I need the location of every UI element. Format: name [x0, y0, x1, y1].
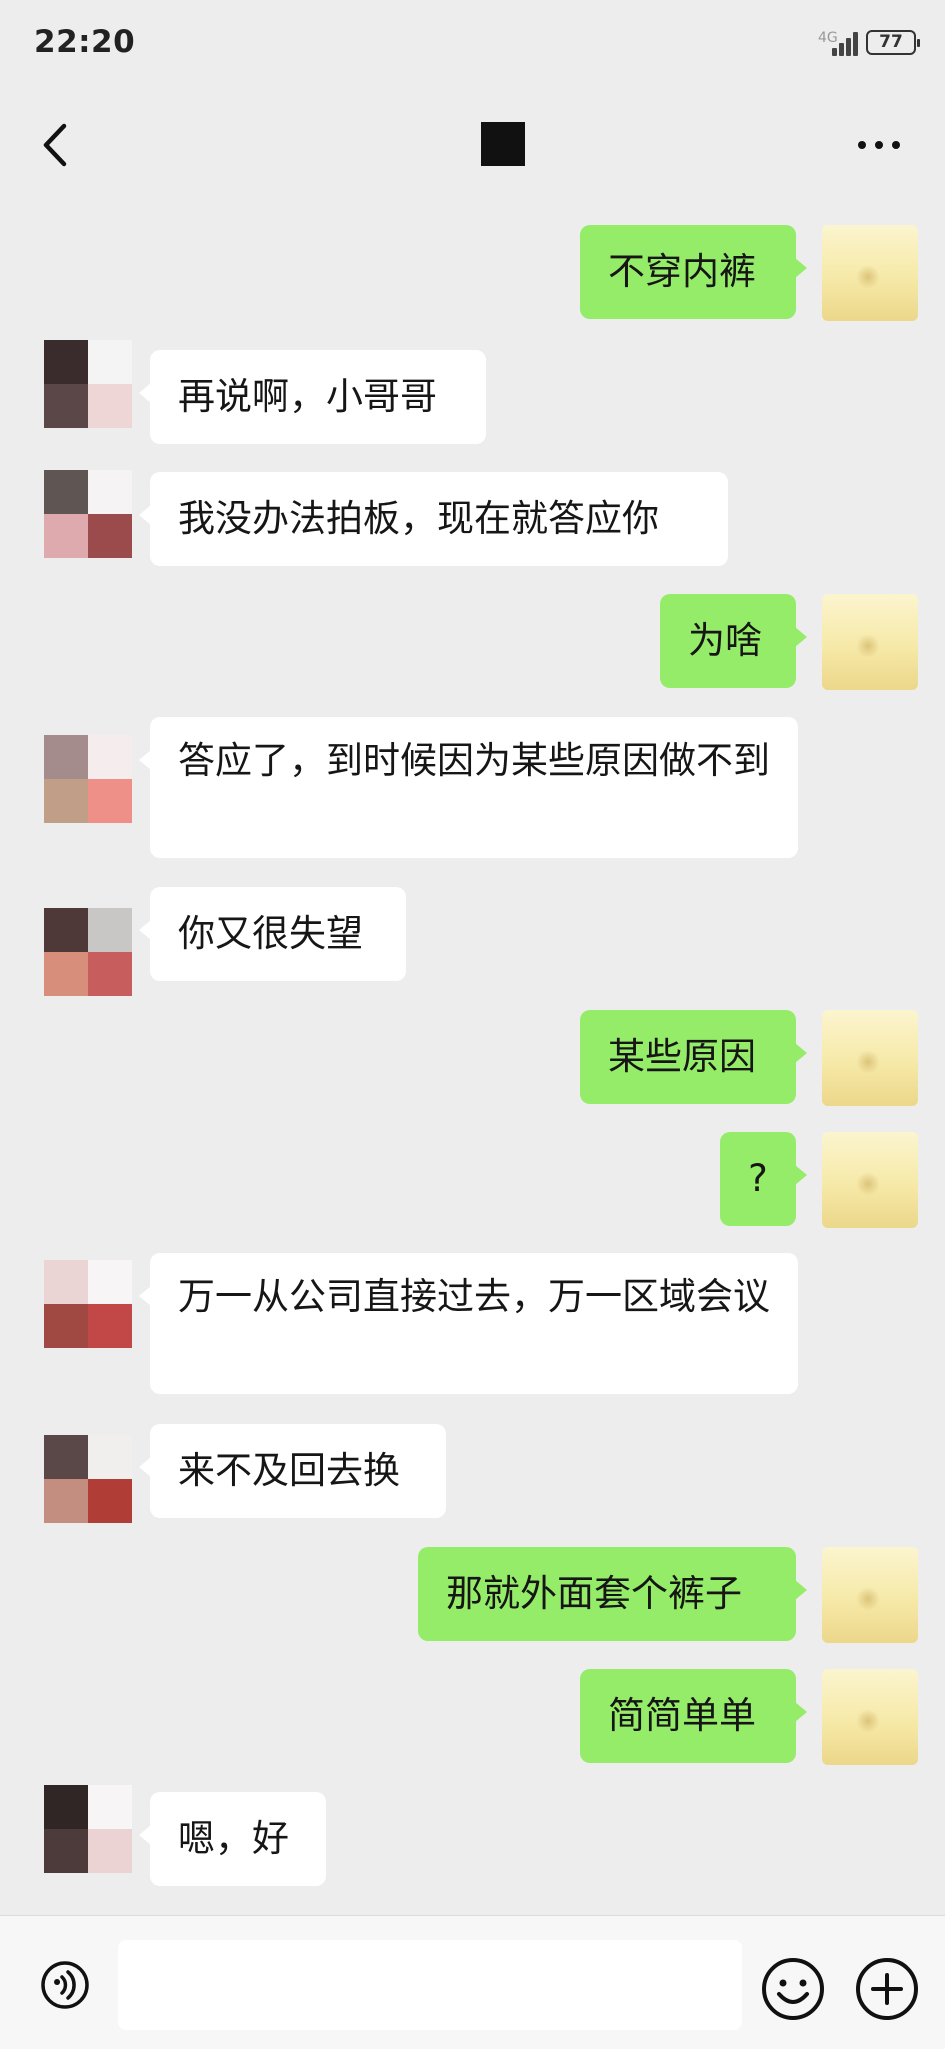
signal-icon: [832, 30, 858, 56]
avatar-self[interactable]: [822, 1669, 918, 1765]
plus-icon[interactable]: [854, 1956, 920, 2022]
input-bar: [0, 1915, 945, 2049]
avatar-contact[interactable]: [44, 735, 132, 823]
avatar-contact[interactable]: [44, 470, 132, 558]
emoji-icon[interactable]: [760, 1956, 826, 2022]
avatar-contact[interactable]: [44, 1785, 132, 1873]
voice-icon[interactable]: [40, 1960, 90, 2010]
avatar-contact[interactable]: [44, 1435, 132, 1523]
message-bubble[interactable]: 我没办法拍板，现在就答应你: [139, 472, 728, 566]
avatar-self[interactable]: [822, 1547, 918, 1643]
message-input[interactable]: [118, 1940, 742, 2030]
avatar-self[interactable]: [822, 1010, 918, 1106]
message-bubble[interactable]: 某些原因: [580, 1010, 807, 1104]
message-bubble[interactable]: 万一从公司直接过去，万一区域会议: [139, 1253, 798, 1394]
message-bubble[interactable]: 你又很失望: [139, 887, 406, 981]
message-bubble[interactable]: 简简单单: [580, 1669, 807, 1763]
message-bubble[interactable]: ?: [720, 1132, 807, 1226]
avatar-self[interactable]: [822, 594, 918, 690]
avatar-contact[interactable]: [44, 1260, 132, 1348]
message-bubble[interactable]: 不穿内裤: [580, 225, 807, 319]
status-time: 22:20: [34, 24, 136, 60]
more-dots-icon[interactable]: [854, 125, 904, 165]
message-bubble[interactable]: 来不及回去换: [139, 1424, 446, 1518]
message-bubble[interactable]: 嗯，好: [139, 1792, 326, 1886]
message-bubble[interactable]: 答应了，到时候因为某些原因做不到: [139, 717, 798, 858]
status-bar: 22:20 4G 77: [0, 0, 945, 90]
avatar-self[interactable]: [822, 225, 918, 321]
message-bubble[interactable]: 再说啊，小哥哥: [139, 350, 486, 444]
chevron-left-icon[interactable]: [36, 120, 76, 170]
avatar-contact[interactable]: [44, 908, 132, 996]
avatar-self[interactable]: [822, 1132, 918, 1228]
message-bubble[interactable]: 那就外面套个裤子: [418, 1547, 807, 1641]
chat-title-redacted: [481, 122, 525, 166]
message-bubble[interactable]: 为啥: [660, 594, 807, 688]
battery-icon: 77: [866, 30, 920, 55]
avatar-contact[interactable]: [44, 340, 132, 428]
